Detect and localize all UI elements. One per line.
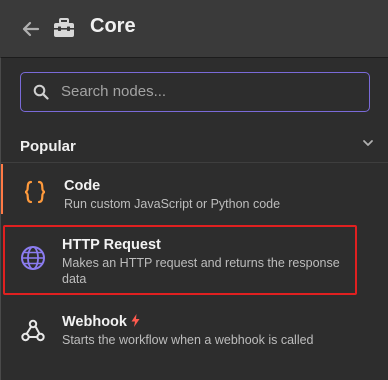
search-icon bbox=[33, 84, 49, 100]
node-list-panel: Popular Code Run custom JavaScript or Py… bbox=[0, 57, 388, 380]
node-description: Run custom JavaScript or Python code bbox=[64, 197, 281, 211]
node-item-http-request[interactable]: HTTP Request Makes an HTTP request and r… bbox=[1, 227, 388, 293]
search-box[interactable] bbox=[20, 72, 370, 112]
code-braces-icon bbox=[24, 180, 46, 204]
node-title: HTTP Request bbox=[62, 237, 161, 253]
node-title: Code bbox=[64, 178, 101, 194]
globe-icon bbox=[21, 246, 45, 270]
panel-header: Core bbox=[0, 0, 388, 57]
section-popular-toggle[interactable]: Popular bbox=[1, 132, 388, 160]
section-divider bbox=[1, 162, 388, 163]
panel-title: Core bbox=[90, 15, 136, 37]
search-input[interactable] bbox=[61, 73, 361, 110]
section-title: Popular bbox=[20, 138, 76, 155]
back-arrow-icon[interactable] bbox=[20, 18, 42, 40]
chevron-down-icon[interactable] bbox=[361, 136, 375, 150]
node-description: Starts the workflow when a webhook is ca… bbox=[62, 333, 314, 347]
node-description: Makes an HTTP request and returns the re… bbox=[62, 256, 340, 286]
node-item-webhook[interactable]: Webhook Starts the workflow when a webho… bbox=[1, 306, 388, 362]
webhook-icon bbox=[21, 319, 45, 342]
node-item-code[interactable]: Code Run custom JavaScript or Python cod… bbox=[1, 164, 388, 214]
node-title: Webhook bbox=[62, 314, 140, 330]
toolbox-icon bbox=[54, 18, 74, 37]
bolt-icon bbox=[131, 314, 140, 327]
node-title-text: Webhook bbox=[62, 314, 127, 330]
